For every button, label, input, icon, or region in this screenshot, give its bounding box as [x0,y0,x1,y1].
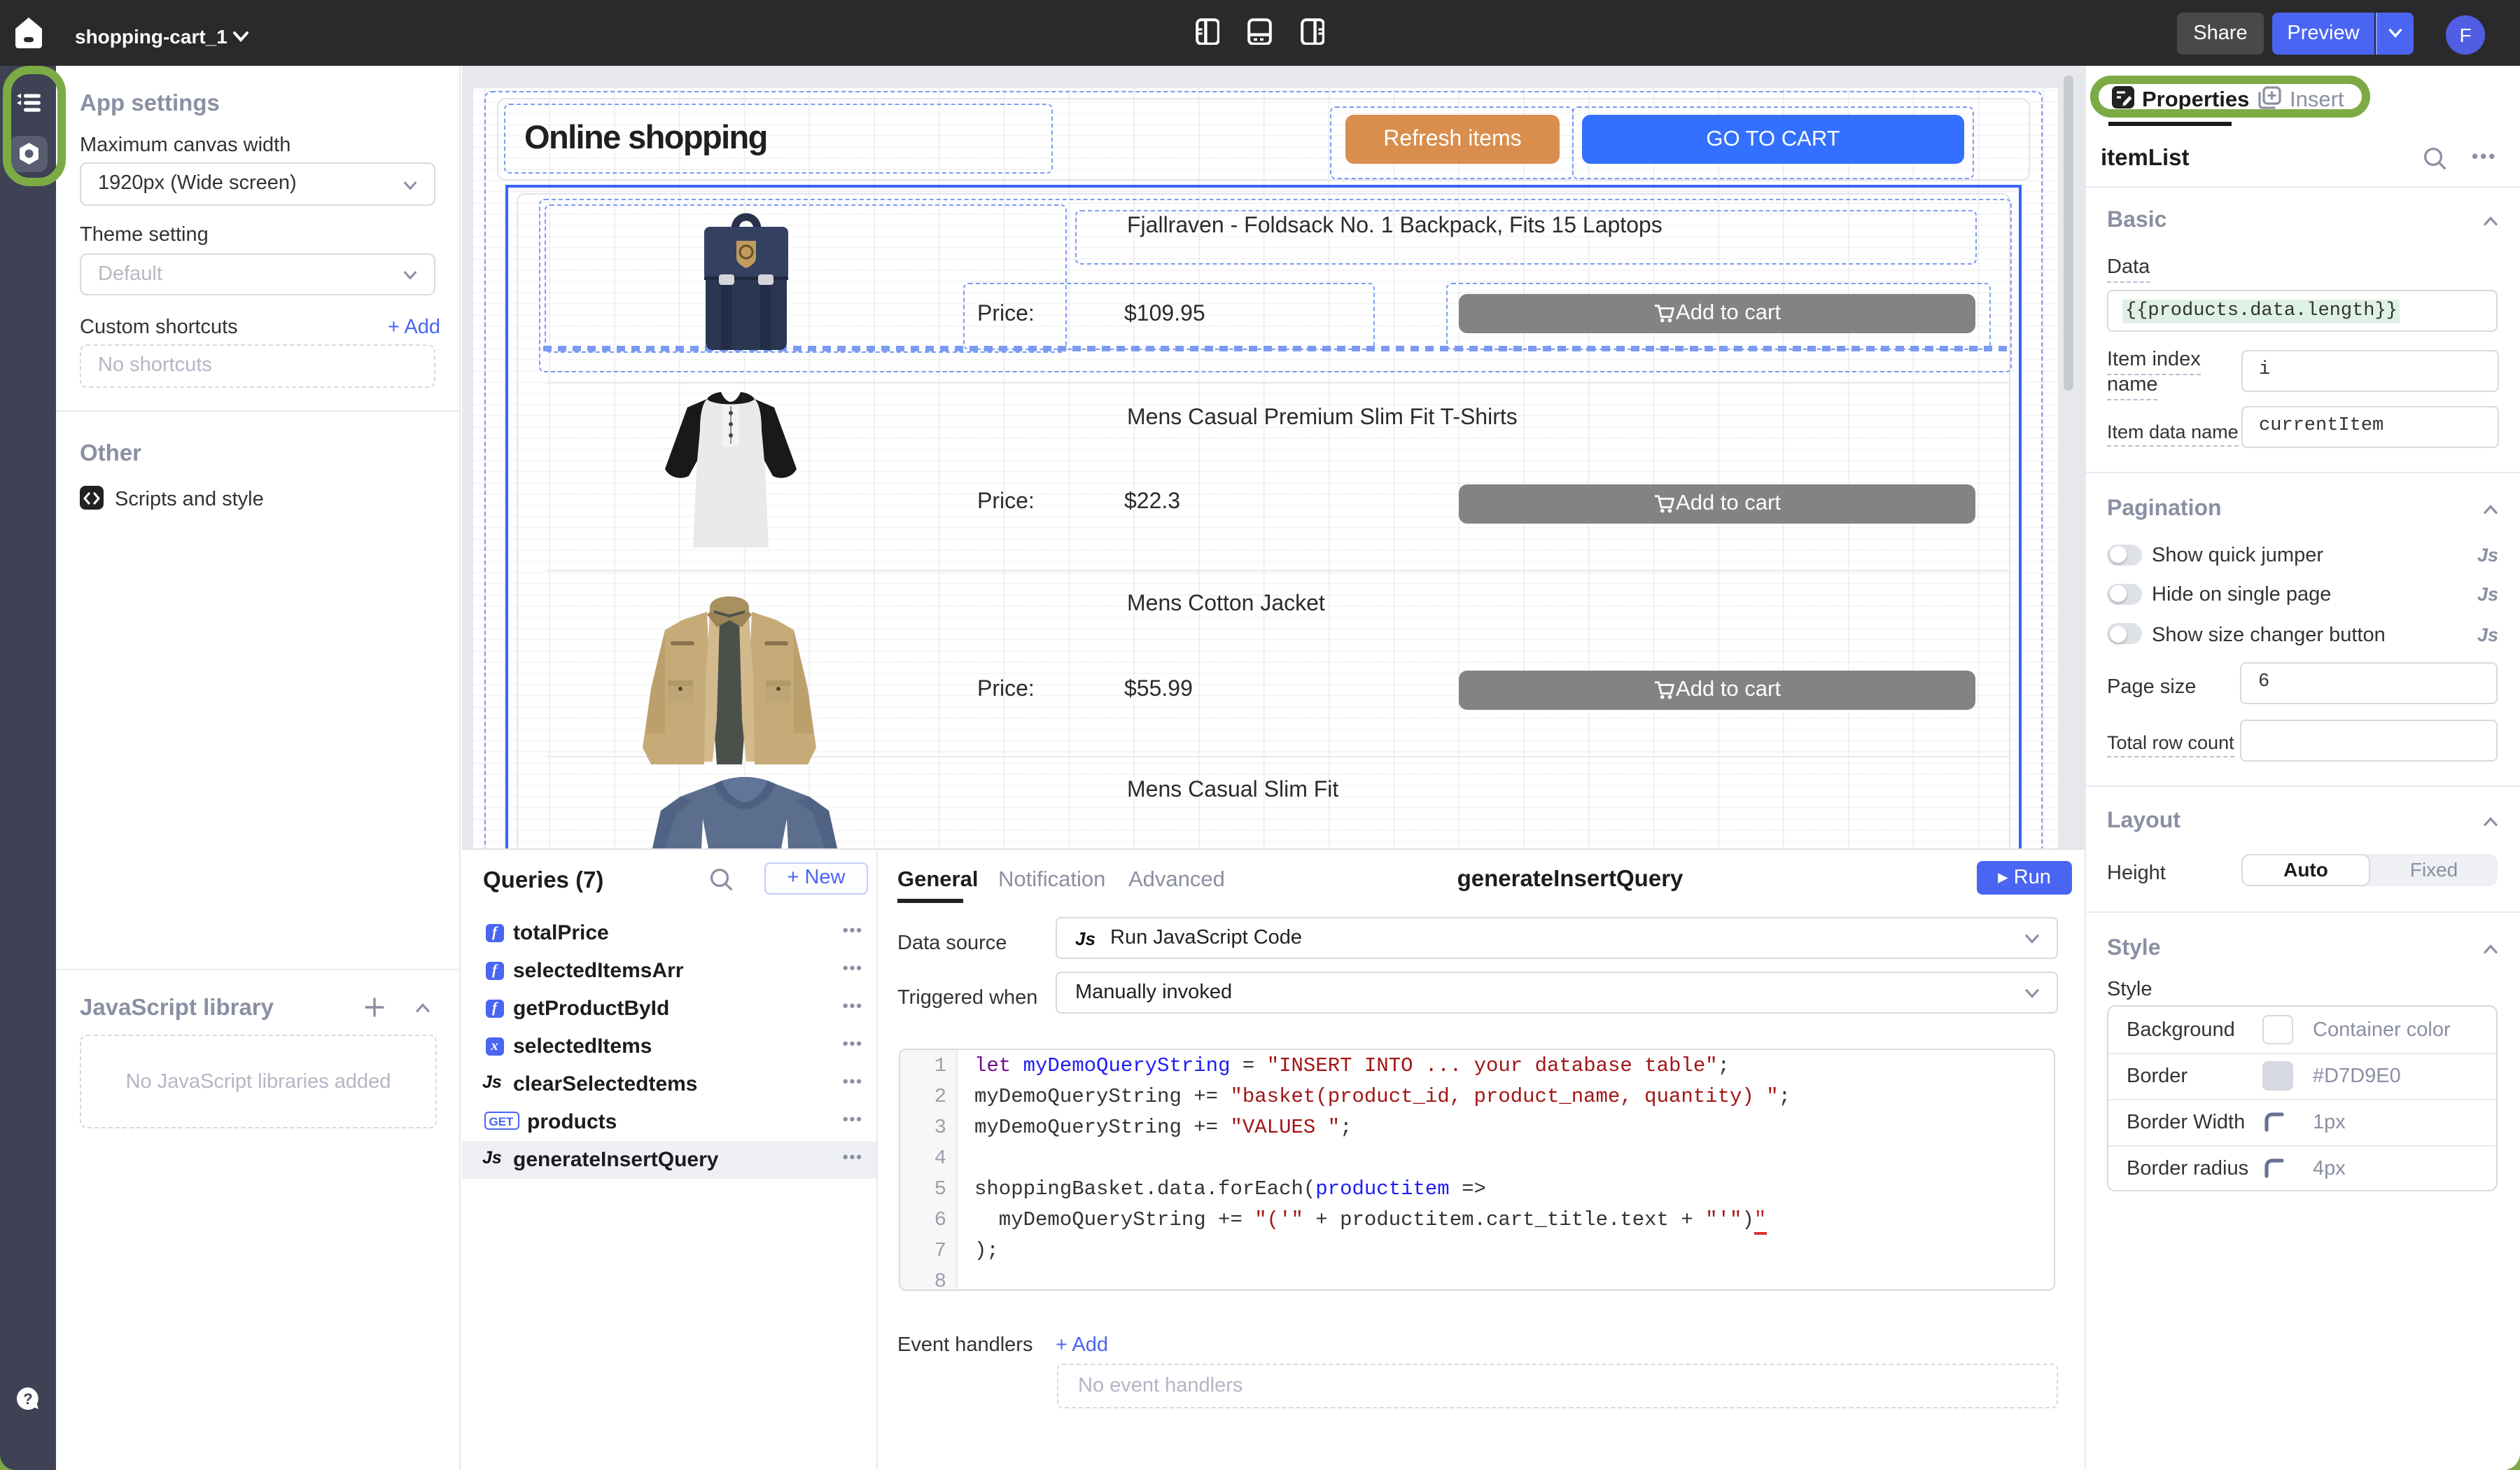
svg-text:?: ? [23,1390,32,1407]
